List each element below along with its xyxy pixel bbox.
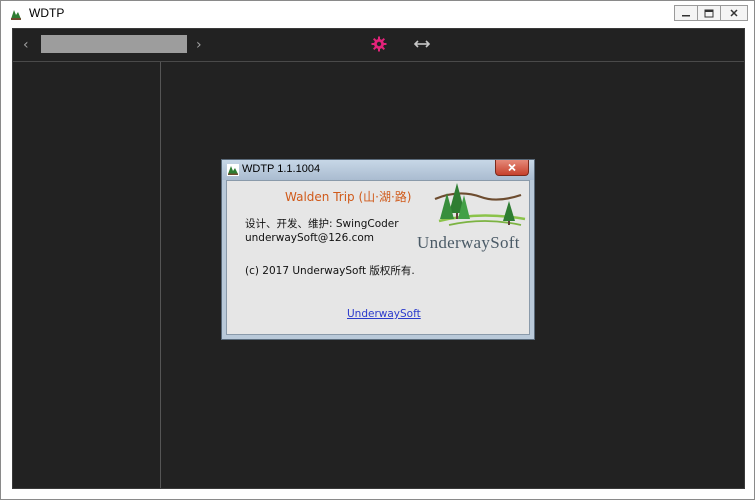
dialog-app-icon bbox=[227, 164, 239, 176]
path-input[interactable] bbox=[41, 35, 187, 53]
email-text: underwaySoft@126.com bbox=[245, 232, 375, 244]
logo-text: UnderwaySoft bbox=[417, 233, 520, 252]
credits-text: 设计、开发、维护: SwingCoder bbox=[245, 218, 399, 230]
app-name-label: Walden Trip (山·湖·路) bbox=[285, 190, 412, 204]
website-link[interactable]: UnderwaySoft bbox=[347, 308, 421, 320]
window-title: WDTP bbox=[29, 6, 65, 20]
horizontal-resize-icon[interactable] bbox=[413, 36, 431, 52]
dialog-close-button[interactable] bbox=[495, 160, 529, 176]
dialog-title: WDTP 1.1.1004 bbox=[242, 163, 321, 175]
close-window-button[interactable] bbox=[720, 5, 748, 21]
logo-trees-image bbox=[434, 183, 526, 226]
app-icon bbox=[9, 7, 23, 21]
dialog-body: Walden Trip (山·湖·路) 设计、开发、维护: SwingCoder… bbox=[226, 180, 530, 335]
close-icon bbox=[730, 9, 738, 17]
sidebar-panel bbox=[13, 62, 161, 488]
about-dialog: WDTP 1.1.1004 Walden Trip (山·湖·路) 设计、开发、… bbox=[221, 159, 535, 340]
window-controls bbox=[674, 5, 748, 21]
forward-button[interactable]: › bbox=[196, 37, 202, 53]
toolbar: ‹ › bbox=[13, 29, 744, 62]
restore-icon bbox=[704, 9, 714, 17]
copyright-text: (c) 2017 UnderwaySoft 版权所有. bbox=[245, 265, 415, 277]
minimize-button[interactable] bbox=[674, 5, 698, 21]
title-bar[interactable]: WDTP bbox=[1, 1, 754, 27]
gear-icon[interactable] bbox=[371, 36, 387, 52]
close-icon bbox=[508, 163, 516, 172]
minimize-icon bbox=[682, 15, 690, 17]
dialog-title-bar[interactable]: WDTP 1.1.1004 bbox=[222, 160, 534, 180]
back-button[interactable]: ‹ bbox=[23, 37, 29, 53]
restore-button[interactable] bbox=[697, 5, 721, 21]
